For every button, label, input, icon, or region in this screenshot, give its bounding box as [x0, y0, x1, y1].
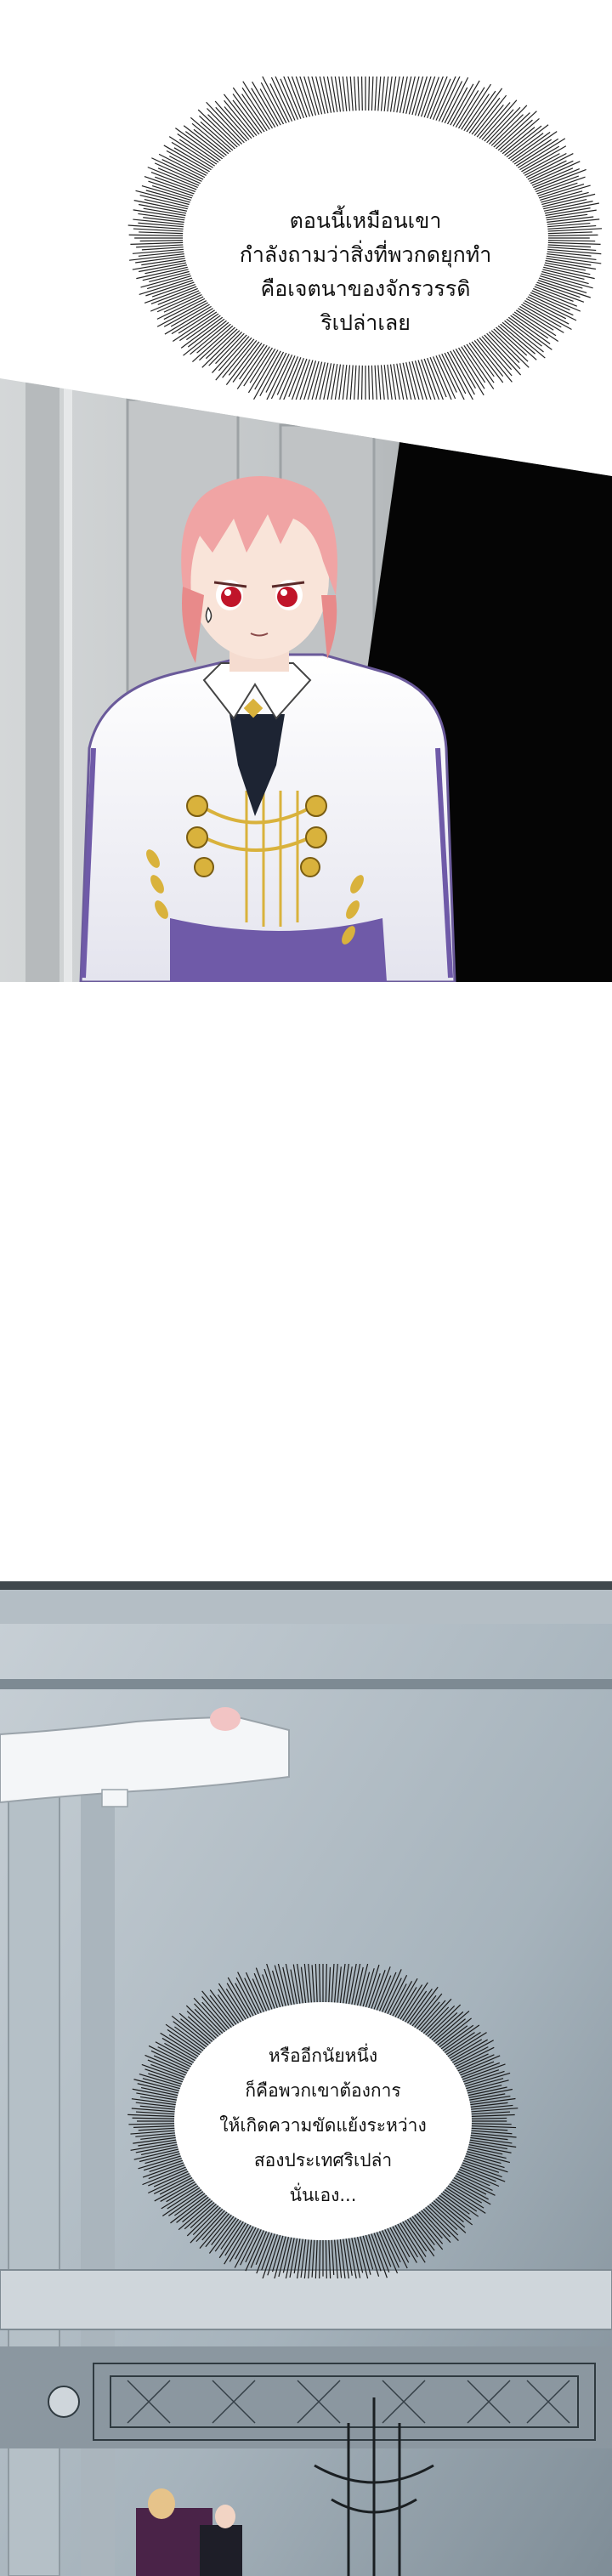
burst-ray [271, 2229, 286, 2272]
bubble-line: กำลังถามว่าสิ่งที่พวกดยุกทำ [239, 242, 492, 267]
burst-ray [331, 2233, 335, 2275]
burst-ray [283, 77, 304, 126]
burst-ray [363, 2229, 380, 2277]
burst-ray [446, 83, 474, 132]
burst-ray [494, 117, 540, 158]
burst-ray [331, 1964, 335, 2009]
burst-ray [264, 1968, 280, 2014]
burst-ray [327, 2233, 332, 2278]
burst-ray [342, 2233, 349, 2278]
burst-ray [311, 2233, 315, 2278]
burst-ray [394, 77, 405, 119]
burst-ray [293, 2233, 302, 2274]
burst-ray [311, 1965, 315, 2009]
burst-ray [327, 1966, 332, 2009]
burst-ray [314, 1964, 319, 2009]
bubble-line: หรืออีกนัยหนึ่ง [268, 2045, 378, 2066]
burst-ray [218, 1989, 246, 2028]
burst-ray [391, 1977, 418, 2023]
burst-ray [130, 241, 192, 245]
burst-ray [366, 2228, 382, 2272]
bubble-text-bottom: หรืออีกนัยหนึ่ง ก็คือพวกเขาต้องการ ให้เก… [132, 2036, 514, 2215]
burst-ray [398, 77, 408, 120]
burst-ray [227, 1977, 255, 2023]
bubble-text-top: ตอนนี้เหมือนเขา กำลังถามว่าสิ่งที่พวกดยุ… [212, 170, 518, 374]
bubble-line: สองประเทศริเปล่า [253, 2149, 393, 2170]
burst-ray [262, 77, 290, 130]
burst-ray [267, 2229, 283, 2276]
burst-ray [299, 77, 315, 122]
bubble-line: ให้เกิดความขัดแย้งระหว่าง [219, 2114, 427, 2136]
bubble-line: นั่นเอง... [289, 2184, 357, 2205]
burst-ray [214, 2213, 243, 2252]
burst-ray [262, 1974, 278, 2015]
burst-ray [326, 77, 337, 119]
burst-ray [536, 202, 599, 216]
burst-ray [441, 77, 469, 130]
bubble-line: ก็คือพวกเขาต้องการ [245, 2080, 401, 2101]
burst-ray [314, 2233, 319, 2278]
burst-ray [271, 1970, 286, 2013]
bubble-line: ตอนนี้เหมือนเขา [289, 208, 442, 233]
burst-ray [363, 1964, 380, 2013]
burst-ray [527, 281, 585, 303]
burst-ray [319, 1964, 321, 2009]
bubble-line: คือเจตนาของจักรวรรดิ [260, 276, 471, 301]
burst-ray [251, 88, 280, 133]
burst-ray [323, 77, 333, 120]
bubble-line: ริเปล่าเลย [320, 310, 411, 335]
burst-ray [539, 241, 601, 245]
burst-ray [399, 2216, 427, 2257]
